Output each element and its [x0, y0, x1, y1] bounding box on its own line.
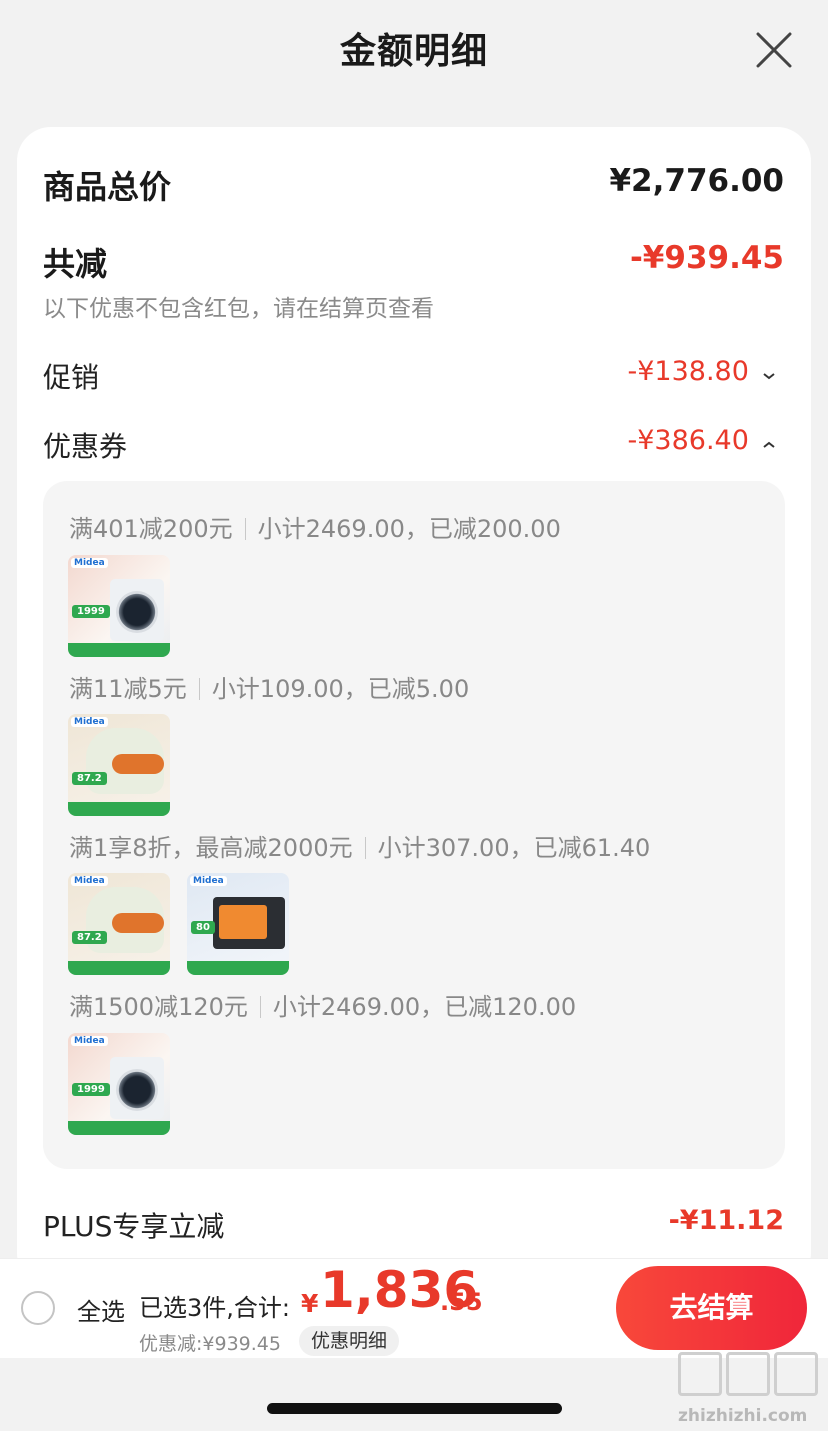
product-thumb-oven[interactable]: Midea 80 [187, 873, 289, 975]
product-thumb-washer[interactable]: Midea 1999 [68, 1033, 170, 1135]
watermark-glyph [678, 1352, 722, 1396]
promo-bar [187, 961, 289, 975]
coupon-row-toggle[interactable]: -¥386.40 [628, 425, 777, 456]
product-thumb-cooker[interactable]: Midea 87.2 [68, 714, 170, 816]
product-price-tag: 87.2 [72, 931, 107, 944]
close-icon[interactable] [752, 28, 796, 72]
coupon-rule: 满1享8折，最高减2000元 [69, 834, 353, 862]
select-all-checkbox[interactable] [21, 1291, 55, 1325]
washer-image [110, 579, 164, 641]
product-price-tag: 87.2 [72, 772, 107, 785]
chevron-up-icon[interactable] [762, 440, 776, 450]
coupon-subtotal: 小计307.00，已减61.40 [377, 834, 651, 862]
discount-detail-button[interactable]: 优惠明细 [299, 1326, 400, 1356]
checkout-button[interactable]: 去结算 [616, 1266, 807, 1350]
promotion-value: -¥138.80 [627, 356, 749, 387]
total-reduce-value: -¥939.45 [629, 240, 784, 276]
divider [259, 996, 261, 1018]
promo-bar [68, 961, 170, 975]
promo-bar [68, 1121, 170, 1135]
promo-bar [68, 643, 170, 657]
chevron-down-icon[interactable] [762, 371, 776, 381]
goods-total-value: ¥2,776.00 [609, 163, 784, 199]
brand-logo: Midea [190, 876, 227, 886]
page-title: 金额明细 [339, 31, 488, 72]
food-image [112, 913, 164, 933]
coupon-detail-panel: 满401减200元 小计2469.00，已减200.00 Midea 1999 满… [43, 481, 785, 1169]
coupon-subtotal: 小计109.00，已减5.00 [211, 675, 470, 703]
coupon-rule: 满1500减120元 [69, 993, 248, 1021]
divider [244, 518, 246, 540]
product-thumb-cooker[interactable]: Midea 87.2 [68, 873, 170, 975]
coupon-subtotal: 小计2469.00，已减200.00 [257, 515, 561, 543]
watermark-glyph [774, 1352, 818, 1396]
coupon-group-line: 满1500减120元 小计2469.00，已减120.00 [69, 987, 576, 1022]
total-currency: ¥ [301, 1289, 319, 1318]
goods-total-label: 商品总价 [43, 168, 172, 206]
coupon-subtotal: 小计2469.00，已减120.00 [272, 993, 577, 1021]
brand-logo: Midea [71, 1036, 108, 1046]
brand-logo: Midea [71, 717, 108, 727]
coupon-rule: 满401减200元 [69, 515, 233, 543]
total-amount-decimal: .55 [440, 1288, 483, 1316]
select-all-label[interactable]: 全选 [77, 1292, 125, 1327]
divider [364, 837, 366, 859]
product-price-tag: 1999 [72, 1083, 110, 1096]
promo-bar [68, 802, 170, 816]
coupon-value: -¥386.40 [627, 425, 749, 456]
product-price-tag: 1999 [72, 605, 110, 618]
close-button[interactable] [752, 28, 796, 72]
selected-summary: 已选3件,合计: [139, 1294, 290, 1322]
oven-window [219, 905, 267, 939]
home-indicator[interactable] [267, 1403, 562, 1414]
coupon-group-line: 满1享8折，最高减2000元 小计307.00，已减61.40 [69, 828, 650, 863]
coupon-group-line: 满11减5元 小计109.00，已减5.00 [69, 669, 469, 704]
product-thumb-washer[interactable]: Midea 1999 [68, 555, 170, 657]
product-price-tag: 80 [191, 921, 215, 934]
promotion-label: 促销 [43, 361, 100, 394]
total-reduce-label: 共减 [43, 245, 108, 283]
washer-image [110, 1057, 164, 1119]
discount-summary: 优惠减:¥939.45 [139, 1333, 281, 1355]
food-image [112, 754, 164, 774]
divider [198, 678, 200, 700]
coupon-label: 优惠券 [43, 430, 128, 463]
watermark-glyph [726, 1352, 770, 1396]
brand-logo: Midea [71, 876, 108, 886]
plus-label: PLUS专享立减 [43, 1210, 225, 1243]
watermark-text: zhizhizhi.com [678, 1406, 808, 1426]
coupon-rule: 满11减5元 [69, 675, 187, 703]
discount-note: 以下优惠不包含红包，请在结算页查看 [43, 296, 434, 322]
promotion-row-toggle[interactable]: -¥138.80 [628, 356, 777, 387]
coupon-group-line: 满401减200元 小计2469.00，已减200.00 [69, 509, 561, 544]
brand-logo: Midea [71, 558, 108, 568]
plus-value: -¥11.12 [668, 1205, 784, 1236]
